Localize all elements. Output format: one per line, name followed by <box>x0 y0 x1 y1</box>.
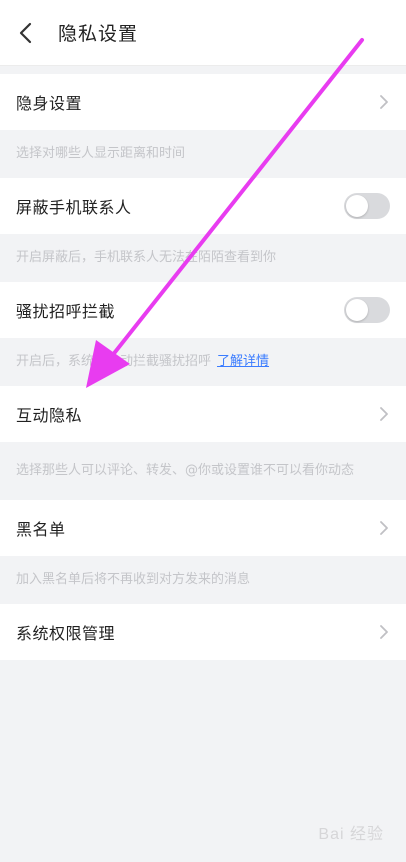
privacy-settings-screen: 隐私设置 隐身设置 选择对哪些人显示距离和时间 屏蔽手机联系人 开启屏蔽后，手机… <box>0 0 406 862</box>
row-label: 隐身设置 <box>16 94 83 113</box>
toggle-knob <box>346 195 368 217</box>
row-invisible-settings[interactable]: 隐身设置 <box>0 74 406 130</box>
page-title: 隐私设置 <box>58 23 139 45</box>
row-system-permissions[interactable]: 系统权限管理 <box>0 604 406 660</box>
watermark: Bai 经验 <box>318 826 384 843</box>
harassment-block-toggle[interactable] <box>344 297 390 323</box>
learn-more-link[interactable]: 了解详情 <box>217 352 269 372</box>
row-blacklist[interactable]: 黑名单 <box>0 500 406 556</box>
top-bar: 隐私设置 <box>0 0 406 66</box>
row-label: 互动隐私 <box>16 406 83 425</box>
row-harassment-block: 骚扰招呼拦截 <box>0 282 406 338</box>
row-description: 加入黑名单后将不再收到对方发来的消息 <box>0 556 406 604</box>
row-label: 系统权限管理 <box>16 624 116 643</box>
row-description: 选择对哪些人显示距离和时间 <box>0 130 406 178</box>
description-text: 加入黑名单后将不再收到对方发来的消息 <box>16 572 251 587</box>
back-arrow-icon <box>19 22 32 43</box>
row-description: 选择那些人可以评论、转发、@你或设置谁不可以看你动态 <box>0 442 406 500</box>
description-text: 开启后，系统将自动拦截骚扰招呼 <box>16 354 212 369</box>
row-description: 开启屏蔽后，手机联系人无法在陌陌查看到你 <box>0 234 406 282</box>
row-block-phone-contacts: 屏蔽手机联系人 <box>0 178 406 234</box>
chevron-right-icon <box>378 520 390 536</box>
row-label: 黑名单 <box>16 520 66 539</box>
description-text: 选择那些人可以评论、转发、@你或设置谁不可以看你动态 <box>16 463 355 478</box>
block-contacts-toggle[interactable] <box>344 193 390 219</box>
back-button[interactable] <box>0 0 52 66</box>
description-text: 开启屏蔽后，手机联系人无法在陌陌查看到你 <box>16 250 277 265</box>
row-label: 屏蔽手机联系人 <box>16 198 132 217</box>
toggle-knob <box>346 299 368 321</box>
row-interaction-privacy[interactable]: 互动隐私 <box>0 386 406 442</box>
description-text: 选择对哪些人显示距离和时间 <box>16 146 186 161</box>
chevron-right-icon <box>378 94 390 110</box>
chevron-right-icon <box>378 406 390 422</box>
row-label: 骚扰招呼拦截 <box>16 302 116 321</box>
chevron-right-icon <box>378 624 390 640</box>
row-description: 开启后，系统将自动拦截骚扰招呼 了解详情 <box>0 338 406 386</box>
spacer <box>0 66 406 74</box>
